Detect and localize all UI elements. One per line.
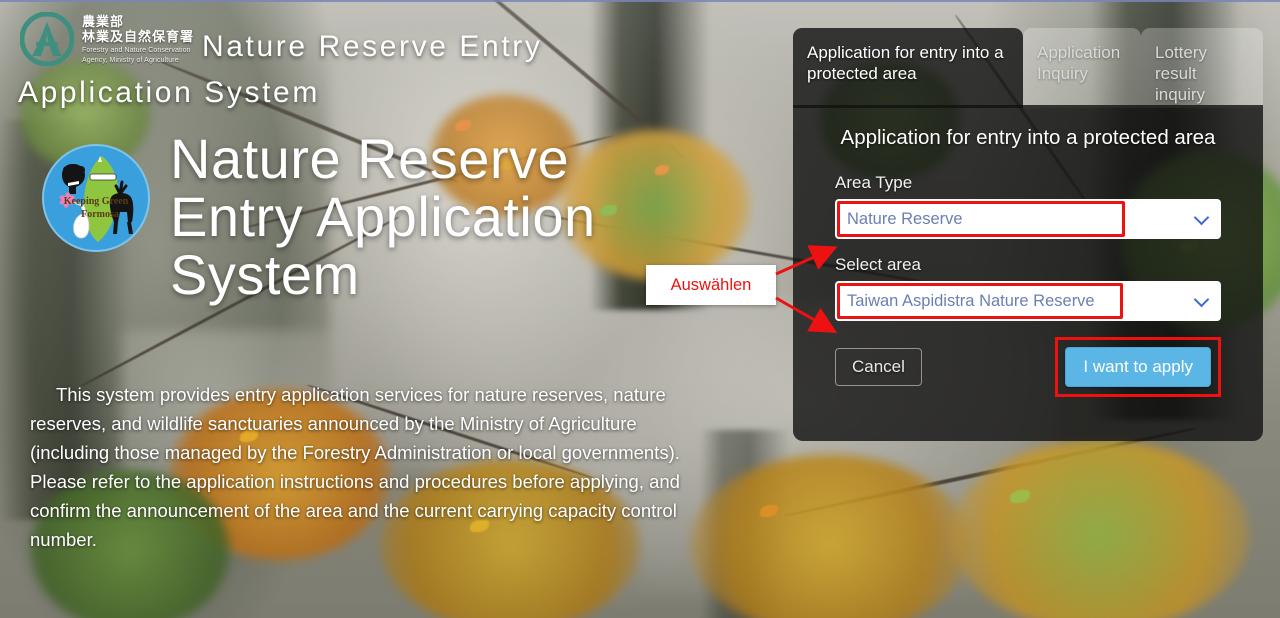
select-area-label: Select area <box>835 255 921 274</box>
chevron-down-icon <box>1193 291 1210 308</box>
application-form-panel: Application for entry into a protected a… <box>793 105 1263 441</box>
system-title-line1: Nature Reserve Entry <box>202 30 543 63</box>
annotation-note: Auswählen <box>646 265 776 305</box>
keeping-green-formosa-emblem-icon: Keeping Green Formosa <box>42 144 150 252</box>
agency-name-en-line1: Forestry and Nature Conservation <box>82 47 191 54</box>
area-type-select[interactable]: Nature Reserve <box>835 199 1221 239</box>
agency-name-cn-line2: 林業及自然保育署 <box>82 29 195 44</box>
form-actions: Cancel I want to apply <box>835 337 1221 397</box>
tab-application-inquiry[interactable]: Application Inquiry <box>1023 28 1141 108</box>
agency-name-en-line2: Agency, Ministry of Agriculture <box>82 57 179 64</box>
hero-description: This system provides entry application s… <box>30 384 680 550</box>
system-title-line2: Application System <box>18 76 320 109</box>
tab-application-entry[interactable]: Application for entry into a protected a… <box>793 28 1023 108</box>
tab-bar: Application for entry into a protected a… <box>793 28 1263 108</box>
cancel-button[interactable]: Cancel <box>835 348 922 386</box>
hero-section: Keeping Green Formosa Nature Reserve Ent… <box>0 127 700 551</box>
select-area-select[interactable]: Taiwan Aspidistra Nature Reserve <box>835 281 1221 321</box>
area-type-label: Area Type <box>835 173 913 192</box>
chevron-down-icon <box>1193 209 1210 226</box>
emblem-text-line2: Formosa <box>81 209 119 220</box>
apply-button-wrap: I want to apply <box>1055 337 1221 397</box>
hero-heading: Nature Reserve Entry Application System <box>170 127 596 306</box>
page-root: 農業部 林業及自然保育署 Forestry and Nature Conserv… <box>0 0 1280 618</box>
agency-brand: 農業部 林業及自然保育署 Forestry and Nature Conserv… <box>20 12 194 66</box>
field-select-area: Select area Taiwan Aspidistra Nature Res… <box>835 255 1221 321</box>
apply-button[interactable]: I want to apply <box>1065 347 1211 387</box>
site-header: 農業部 林業及自然保育署 Forestry and Nature Conserv… <box>0 0 790 118</box>
panel-title: Application for entry into a protected a… <box>840 126 1216 149</box>
forestry-agency-logo-icon <box>20 12 74 66</box>
agency-name-cn-line1: 農業部 <box>82 14 125 29</box>
emblem-text-line1: Keeping Green <box>64 196 129 207</box>
field-area-type: Area Type Nature Reserve <box>835 173 1221 239</box>
select-area-value: Taiwan Aspidistra Nature Reserve <box>847 291 1095 310</box>
area-type-value: Nature Reserve <box>847 209 963 228</box>
tab-lottery-result-inquiry[interactable]: Lottery result inquiry <box>1141 28 1263 108</box>
